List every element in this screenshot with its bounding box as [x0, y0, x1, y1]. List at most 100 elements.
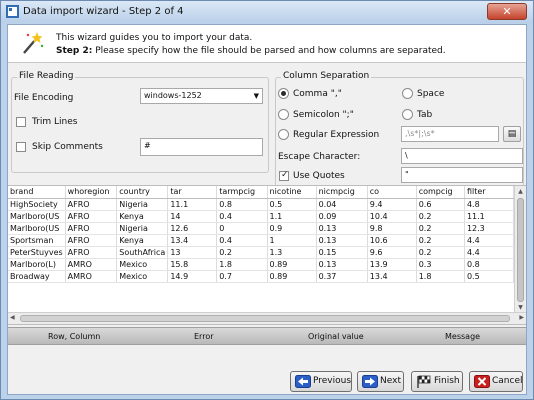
table-cell: 0.2 — [416, 222, 465, 235]
table-cell: 13.4 — [367, 270, 417, 283]
error-column-header[interactable]: Row, Column — [48, 332, 100, 341]
use-quotes-checkbox[interactable]: ✓ — [279, 170, 289, 181]
table-cell: AFRO — [65, 198, 118, 211]
table-cell: 0.89 — [267, 270, 317, 283]
table-cell: Mexico — [116, 258, 169, 271]
table-cell: Marlboro(US — [8, 222, 66, 235]
table-cell: 1.1 — [267, 210, 317, 223]
column-header[interactable]: tarmpcig — [216, 186, 268, 199]
scroll-left-icon[interactable]: ◀ — [10, 314, 15, 321]
table-cell: 0.13 — [316, 222, 368, 235]
table-row[interactable]: Marlboro(US AFRO Nigeria 12.6 0 0.9 0.13 9.8 0.2… — [8, 222, 515, 235]
column-header[interactable]: whoregion — [65, 186, 118, 199]
table-row[interactable]: Broadway AMRO Mexico 14.9 0.7 0.89 0.37 13.4 1.8… — [8, 270, 515, 283]
comma-radio[interactable] — [278, 88, 289, 99]
semicolon-radio[interactable] — [278, 109, 289, 120]
table-cell: 0.2 — [416, 246, 465, 259]
horizontal-scrollbar[interactable]: ◀ ▶ — [8, 312, 526, 324]
regex-input[interactable]: ,\s*|;\s* — [401, 126, 499, 142]
escape-char-input[interactable]: \ — [401, 148, 523, 164]
close-button[interactable]: ✕ — [487, 3, 527, 20]
preview-grid: brand whoregion country tar tarmpcig nic… — [8, 186, 515, 283]
table-row[interactable]: Sportsman AFRO Kenya 13.4 0.4 1 0.13 10.6 0.2 4.4 — [8, 234, 515, 247]
vertical-scroll-thumb[interactable] — [517, 198, 524, 302]
next-button[interactable]: Next — [357, 371, 404, 392]
table-cell: 11.1 — [167, 198, 218, 211]
title-bar: Data import wizard - Step 2 of 4 ✕ — [1, 1, 533, 23]
table-cell: Marlboro(L) — [8, 258, 66, 271]
table-cell: Broadway — [8, 270, 66, 283]
table-cell: AFRO — [65, 234, 118, 247]
horizontal-scroll-thumb[interactable] — [20, 315, 510, 322]
error-column-header[interactable]: Message — [445, 332, 480, 341]
scroll-right-icon[interactable]: ▶ — [519, 314, 524, 321]
window-title: Data import wizard - Step 2 of 4 — [23, 6, 184, 17]
table-cell: 13.9 — [367, 258, 417, 271]
table-cell: Mexico — [116, 270, 169, 283]
table-cell: 0.04 — [316, 198, 368, 211]
table-cell: 0.09 — [316, 210, 368, 223]
wizard-body: This wizard guides you to import your da… — [7, 24, 527, 395]
previous-button[interactable]: Previous — [290, 371, 352, 392]
table-cell: 15.8 — [167, 258, 218, 271]
column-header[interactable]: nicmpcig — [316, 186, 368, 199]
regex-radio[interactable] — [278, 129, 289, 140]
table-row[interactable]: HighSociety AFRO Nigeria 11.1 0.8 0.5 0.04 9.4 0… — [8, 198, 515, 211]
table-cell: 0.6 — [416, 198, 465, 211]
table-cell: 0.9 — [267, 222, 317, 235]
scroll-up-icon[interactable]: ▲ — [516, 188, 525, 196]
finish-button[interactable]: Finish — [411, 371, 463, 392]
arrow-left-icon — [295, 375, 311, 388]
trim-lines-label: Trim Lines — [32, 117, 78, 127]
error-column-header[interactable]: Original value — [308, 332, 364, 341]
table-cell: 4.4 — [464, 246, 515, 259]
column-header[interactable]: nicotine — [267, 186, 317, 199]
table-row[interactable]: PeterStuyves AFRO SouthAfrica 13 0.2 1.3 0.15 9… — [8, 246, 515, 259]
table-cell: 12.6 — [167, 222, 218, 235]
scroll-down-icon[interactable]: ▼ — [516, 304, 525, 312]
magic-wand-icon — [23, 32, 44, 54]
tab-radio[interactable] — [402, 109, 413, 120]
table-cell: Kenya — [116, 210, 169, 223]
column-header[interactable]: brand — [8, 186, 66, 199]
table-cell: 0.4 — [216, 234, 268, 247]
cancel-button[interactable]: Cancel — [469, 371, 523, 392]
table-cell: 12.3 — [464, 222, 515, 235]
column-header[interactable]: filter — [464, 186, 515, 199]
table-row[interactable]: Marlboro(US AFRO Kenya 14 0.4 1.1 0.09 10.4 0.2 1… — [8, 210, 515, 223]
data-preview-table[interactable]: brand whoregion country tar tarmpcig nic… — [8, 185, 526, 325]
chevron-down-icon: ▼ — [253, 92, 259, 100]
table-cell: 0.3 — [416, 258, 465, 271]
table-cell: 11.1 — [464, 210, 515, 223]
file-encoding-select[interactable]: windows-1252 ▼ — [140, 88, 263, 104]
table-cell: 4.4 — [464, 234, 515, 247]
app-icon — [6, 5, 19, 18]
skip-comments-checkbox[interactable] — [16, 142, 26, 152]
column-header[interactable]: co — [367, 186, 417, 199]
table-cell: AFRO — [65, 222, 118, 235]
trim-lines-checkbox[interactable] — [16, 117, 26, 127]
quote-char-input[interactable]: " — [401, 167, 523, 183]
table-cell: 13 — [167, 246, 218, 259]
regex-picker-button[interactable]: ▤ — [503, 126, 521, 142]
vertical-scrollbar[interactable]: ▲ ▼ — [514, 186, 526, 314]
table-cell: 0.5 — [267, 198, 317, 211]
column-header[interactable]: country — [116, 186, 169, 199]
column-header[interactable]: compcig — [416, 186, 465, 199]
table-cell: 0.8 — [216, 198, 268, 211]
table-cell: 9.4 — [367, 198, 417, 211]
error-column-header[interactable]: Error — [194, 332, 214, 341]
column-header[interactable]: tar — [167, 186, 218, 199]
table-cell: AFRO — [65, 210, 118, 223]
step-text: Please specify how the file should be pa… — [92, 46, 446, 56]
wizard-intro: This wizard guides you to import your da… — [56, 33, 253, 43]
table-cell: 0.2 — [416, 234, 465, 247]
comment-char-input[interactable]: # — [140, 138, 263, 156]
table-cell: 1 — [267, 234, 317, 247]
table-cell: AMRO — [65, 258, 118, 271]
wizard-header: This wizard guides you to import your da… — [8, 25, 526, 63]
table-row[interactable]: Marlboro(L) AMRO Mexico 15.8 1.8 0.89 0.13 13.9… — [8, 258, 515, 271]
table-cell: 14 — [167, 210, 218, 223]
table-cell: 10.4 — [367, 210, 417, 223]
space-radio[interactable] — [402, 88, 413, 99]
